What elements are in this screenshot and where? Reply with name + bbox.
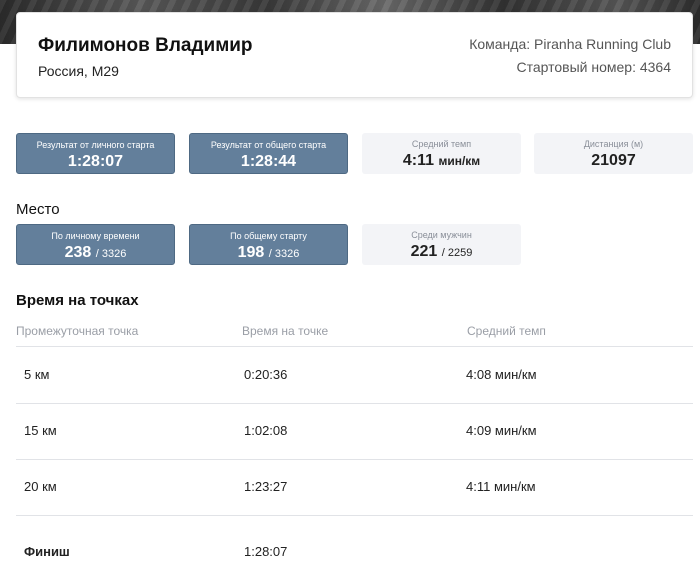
chip-result-time: 1:28:07: [67, 153, 124, 170]
gun-place-tile: По общему старту 198 / 3326: [189, 224, 348, 265]
chip-result-label: Результат от личного старта: [36, 140, 155, 150]
gun-place-total: / 3326: [268, 248, 300, 260]
gun-result-time: 1:28:44: [240, 153, 297, 170]
chip-place-total: / 3326: [95, 248, 127, 260]
table-divider: [16, 403, 693, 404]
column-header-point: Промежуточная точка: [16, 324, 139, 338]
avg-pace-tile: Средний темп 4:11 мин/км: [362, 133, 521, 174]
chip-place-tile: По личному времени 238 / 3326: [16, 224, 175, 265]
athlete-card: Филимонов Владимир Россия, М29 Команда: …: [16, 12, 693, 98]
athlete-country-group: Россия, М29: [38, 63, 119, 79]
split-pace: 4:08 мин/км: [466, 367, 537, 382]
distance-label: Дистанция (м): [583, 139, 644, 149]
athlete-team: Команда: Piranha Running Club: [469, 36, 671, 52]
table-divider: [16, 459, 693, 460]
splits-heading: Время на точках: [16, 292, 139, 309]
split-point: 5 км: [24, 367, 50, 382]
split-point: 20 км: [24, 479, 57, 494]
gender-place-label: Среди мужчин: [411, 230, 472, 240]
avg-pace-unit: мин/км: [438, 154, 481, 168]
split-time-finish: 1:28:07: [244, 544, 288, 559]
split-pace: 4:09 мин/км: [466, 423, 537, 438]
split-point: 15 км: [24, 423, 57, 438]
chip-result-tile: Результат от личного старта 1:28:07: [16, 133, 175, 174]
avg-pace-label: Средний темп: [411, 139, 472, 149]
distance-value: 21097: [591, 152, 636, 169]
avg-pace-value: 4:11: [402, 152, 434, 169]
athlete-name: Филимонов Владимир: [38, 35, 253, 56]
gun-result-label: Результат от общего старта: [210, 140, 327, 150]
chip-place-value: 238: [64, 244, 92, 261]
table-divider: [16, 515, 693, 516]
table-divider: [16, 346, 693, 347]
gun-result-tile: Результат от общего старта 1:28:44: [189, 133, 348, 174]
split-time: 0:20:36: [244, 367, 288, 382]
athlete-bib-number: Стартовый номер: 4364: [516, 59, 671, 75]
split-pace: 4:11 мин/км: [466, 479, 536, 494]
chip-place-label: По личному времени: [51, 231, 140, 241]
gun-place-label: По общему старту: [230, 231, 307, 241]
column-header-pace: Средний темп: [467, 324, 546, 338]
gender-place-value: 221: [410, 243, 438, 260]
split-time: 1:02:08: [244, 423, 288, 438]
gun-place-value: 198: [237, 244, 265, 261]
gender-place-total: / 2259: [441, 247, 473, 259]
split-time: 1:23:27: [244, 479, 288, 494]
place-heading: Место: [16, 201, 60, 218]
column-header-time: Время на точке: [242, 324, 329, 338]
split-point-finish: Финиш: [24, 544, 70, 559]
gender-place-tile: Среди мужчин 221 / 2259: [362, 224, 521, 265]
distance-tile: Дистанция (м) 21097: [534, 133, 693, 174]
